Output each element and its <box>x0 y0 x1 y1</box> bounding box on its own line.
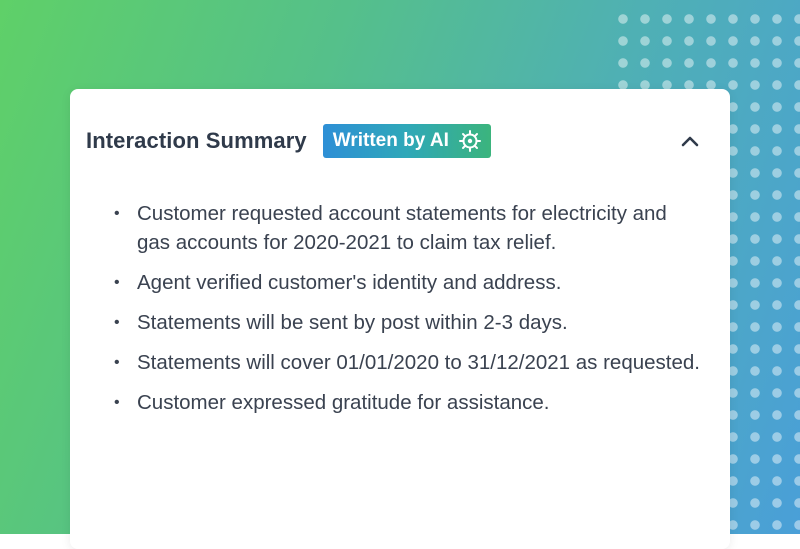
summary-item: • Statements will be sent by post within… <box>112 308 702 337</box>
summary-item-text: Statements will be sent by post within 2… <box>137 311 568 334</box>
collapse-button[interactable] <box>676 129 704 157</box>
bullet-glyph: • <box>114 274 120 291</box>
summary-item-text: Statements will cover 01/01/2020 to 31/1… <box>137 351 700 374</box>
summary-item: • Customer expressed gratitude for assis… <box>112 388 702 417</box>
card-header: Interaction Summary Written by AI <box>86 123 491 159</box>
card-title: Interaction Summary <box>86 128 307 153</box>
bullet-glyph: • <box>114 314 120 331</box>
summary-item-text: Customer requested account statements fo… <box>137 202 667 254</box>
summary-bullet-list: • Customer requested account statements … <box>112 199 702 428</box>
bullet-glyph: • <box>114 394 120 411</box>
ai-brain-icon <box>458 130 481 152</box>
interaction-summary-card: Interaction Summary Written by AI • Cust… <box>70 89 730 549</box>
summary-item-text: Agent verified customer's identity and a… <box>137 271 562 294</box>
chevron-up-icon <box>680 134 700 153</box>
badge-label: Written by AI <box>332 130 449 151</box>
summary-item: • Customer requested account statements … <box>112 199 702 257</box>
written-by-ai-badge: Written by AI <box>322 124 491 158</box>
summary-item-text: Customer expressed gratitude for assista… <box>137 391 550 414</box>
bullet-glyph: • <box>114 205 120 222</box>
summary-item: • Statements will cover 01/01/2020 to 31… <box>112 348 702 377</box>
summary-item: • Agent verified customer's identity and… <box>112 268 702 297</box>
bullet-glyph: • <box>114 354 120 371</box>
